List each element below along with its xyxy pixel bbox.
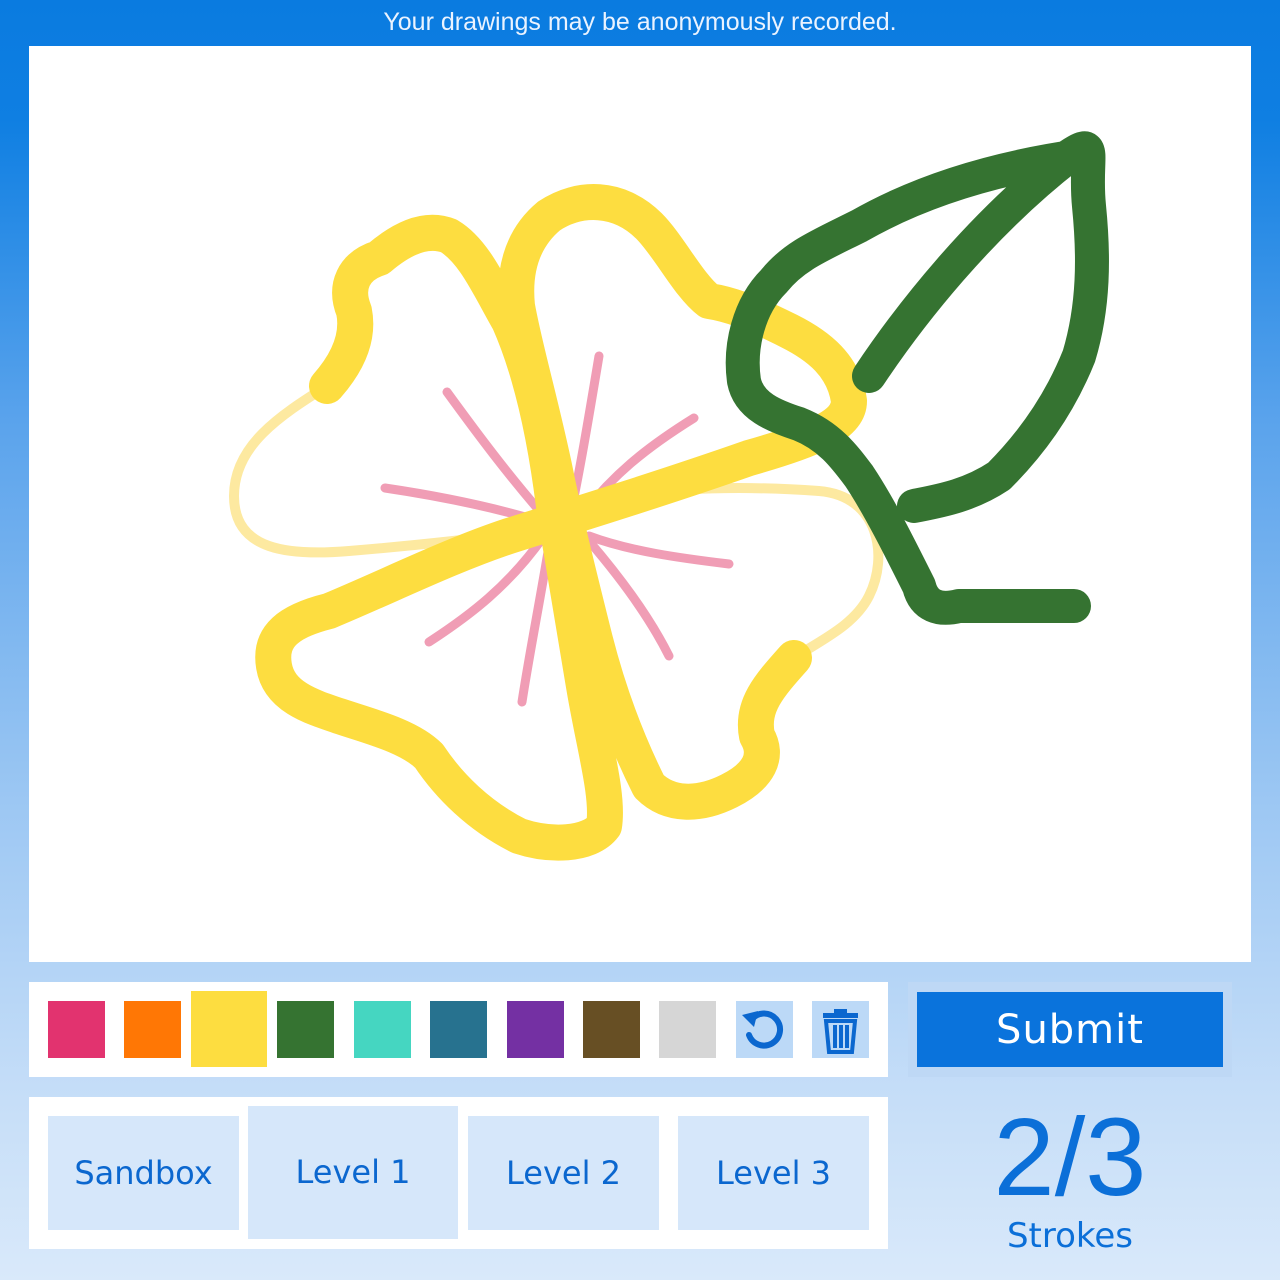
level-1[interactable]: Level 1	[248, 1106, 458, 1239]
undo-icon	[742, 1010, 784, 1049]
swatch-teal[interactable]	[354, 1001, 411, 1058]
swatch-yellow[interactable]	[191, 991, 267, 1067]
swatch-light-gray[interactable]	[659, 1001, 716, 1058]
clear-button[interactable]	[812, 1001, 869, 1058]
stroke-green-leaf	[725, 131, 1109, 625]
recording-notice: Your drawings may be anonymously recorde…	[383, 8, 897, 36]
stroke-faint-left-petal	[229, 381, 514, 558]
submit-container: Submit	[908, 982, 1232, 1077]
submit-button[interactable]: Submit	[917, 992, 1223, 1067]
swatch-purple[interactable]	[507, 1001, 564, 1058]
swatch-green[interactable]	[277, 1001, 334, 1058]
swatch-orange[interactable]	[124, 1001, 181, 1058]
stroke-counter: 2/3 Strokes	[908, 1096, 1232, 1257]
level-selector: Sandbox Level 1 Level 2 Level 3	[29, 1097, 888, 1249]
swatch-pink[interactable]	[48, 1001, 105, 1058]
stroke-count: 2/3	[993, 1096, 1147, 1219]
level-3[interactable]: Level 3	[678, 1116, 869, 1230]
trash-icon	[823, 1009, 858, 1054]
drawing-canvas[interactable]	[29, 46, 1251, 962]
level-sandbox[interactable]: Sandbox	[48, 1116, 239, 1230]
level-2[interactable]: Level 2	[468, 1116, 659, 1230]
color-palette	[29, 982, 888, 1077]
swatch-blue[interactable]	[430, 1001, 487, 1058]
swatch-brown[interactable]	[583, 1001, 640, 1058]
undo-button[interactable]	[736, 1001, 793, 1058]
stroke-count-label: Strokes	[1006, 1216, 1134, 1256]
drawing	[229, 131, 1109, 861]
